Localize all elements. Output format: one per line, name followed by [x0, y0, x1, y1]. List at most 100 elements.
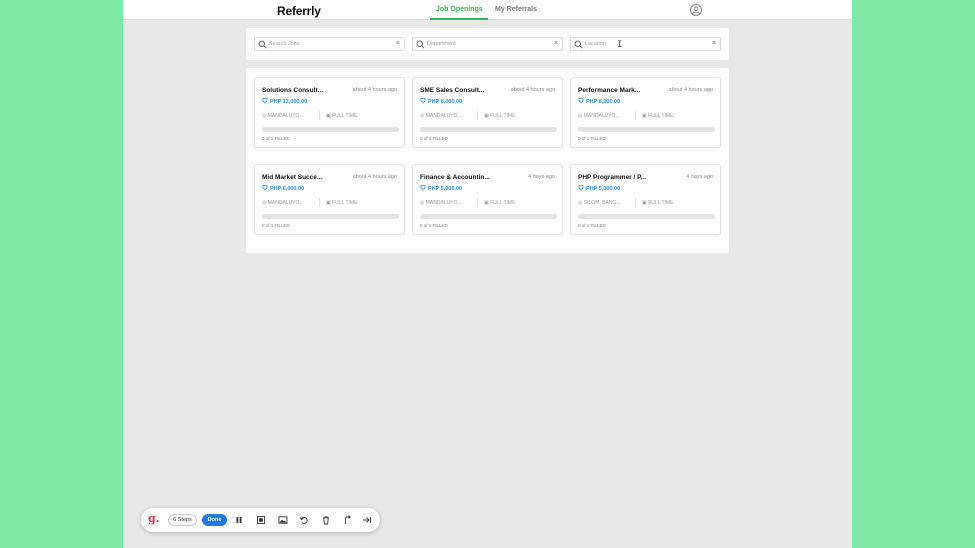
filled-status: 0 of 1 FILLED: [420, 223, 448, 228]
clear-department-button[interactable]: ×: [554, 39, 558, 49]
text-cursor-icon: I: [617, 40, 623, 50]
salary-value: PHP 8,000.00: [586, 99, 621, 105]
app-logo[interactable]: Referrly: [277, 4, 321, 18]
fill-progress-bar: [262, 214, 399, 219]
trophy-icon: [262, 98, 268, 104]
job-location: ◎ MANDALUYO...: [262, 200, 304, 206]
tab-job-openings[interactable]: Job Openings: [436, 6, 483, 13]
job-posted-time: 4 days ago: [686, 174, 713, 180]
fill-progress-bar: [420, 214, 557, 219]
job-location: ◎ SILOM, BANG...: [578, 200, 620, 206]
job-salary: PHP 8,000.00: [578, 98, 620, 105]
job-title: Finance & Accountin...: [420, 174, 490, 181]
location-value: MANDALUYO...: [425, 200, 462, 206]
job-salary: PHP 5,000.00: [578, 185, 620, 192]
department-field: ×: [412, 37, 563, 51]
filled-status: 0 of 1 FILLED: [420, 136, 448, 141]
skip-icon[interactable]: [362, 515, 372, 525]
recorder-logo[interactable]: g.: [148, 512, 160, 525]
location-input[interactable]: [585, 39, 705, 49]
salary-value: PHP 6,000.00: [270, 186, 305, 192]
user-avatar-button[interactable]: [690, 4, 702, 16]
job-posted-time: 4 days ago: [528, 174, 555, 180]
job-location: ◎ MANDALUYO...: [578, 113, 620, 119]
location-value: MANDALUYO...: [583, 113, 620, 119]
trophy-icon: [578, 185, 584, 191]
job-type-value: FULL TIME: [332, 200, 358, 206]
steps-counter-button[interactable]: 6 Steps: [168, 514, 197, 526]
clear-jobs-button[interactable]: ×: [396, 39, 400, 49]
share-icon[interactable]: [342, 515, 352, 525]
job-title: Solutions Consult...: [262, 87, 324, 94]
job-card[interactable]: PHP Programmer / P... 4 days ago PHP 5,0…: [570, 164, 721, 235]
job-type: ▣ FULL TIME: [326, 113, 357, 119]
pause-icon[interactable]: [234, 515, 244, 525]
search-icon: [258, 40, 267, 49]
salary-value: PHP 5,000.00: [586, 186, 621, 192]
department-input[interactable]: [427, 39, 547, 49]
trash-icon[interactable]: [321, 515, 331, 525]
meta-divider: [477, 198, 478, 207]
job-type: ▣ FULL TIME: [484, 113, 515, 119]
location-value: MANDALUYO...: [425, 113, 462, 119]
location-value: SILOM, BANG...: [583, 200, 621, 206]
active-tab-indicator: [430, 18, 488, 20]
job-card[interactable]: Finance & Accountin... 4 days ago PHP 5,…: [412, 164, 563, 235]
job-salary: PHP 5,000.00: [420, 185, 462, 192]
fill-progress-bar: [578, 127, 715, 132]
done-button[interactable]: Done: [202, 514, 227, 526]
search-icon: [574, 40, 583, 49]
job-card[interactable]: Performance Mark... about 4 hours ago PH…: [570, 77, 721, 148]
salary-value: PHP 12,000.00: [270, 99, 308, 105]
filled-status: 0 of 1 FILLED: [262, 136, 290, 141]
job-openings-panel: Solutions Consult... about 4 hours ago P…: [246, 68, 729, 253]
undo-icon[interactable]: [299, 515, 309, 525]
search-icon: [416, 40, 425, 49]
job-type-value: FULL TIME: [490, 200, 516, 206]
recorder-toolbar: g. 6 Steps Done: [141, 508, 380, 532]
job-title: Mid Market Succe...: [262, 174, 323, 181]
tab-my-referrals[interactable]: My Referrals: [495, 6, 537, 13]
meta-divider: [319, 111, 320, 120]
meta-divider: [635, 198, 636, 207]
job-type: ▣ FULL TIME: [642, 113, 673, 119]
app-window: Referrly Job Openings My Referrals × × ×…: [123, 0, 852, 548]
job-type-value: FULL TIME: [648, 200, 674, 206]
job-salary: PHP 12,000.00: [262, 98, 307, 105]
job-card[interactable]: Mid Market Succe... about 4 hours ago PH…: [254, 164, 405, 235]
job-type-value: FULL TIME: [490, 113, 516, 119]
meta-divider: [635, 111, 636, 120]
job-posted-time: about 4 hours ago: [352, 87, 397, 93]
trophy-icon: [578, 98, 584, 104]
meta-divider: [319, 198, 320, 207]
trophy-icon: [262, 185, 268, 191]
job-type: ▣ FULL TIME: [484, 200, 515, 206]
trophy-icon: [420, 98, 426, 104]
job-posted-time: about 4 hours ago: [510, 87, 555, 93]
job-card[interactable]: Solutions Consult... about 4 hours ago P…: [254, 77, 405, 148]
fill-progress-bar: [578, 214, 715, 219]
stop-icon[interactable]: [256, 515, 266, 525]
job-salary: PHP 6,000.00: [262, 185, 304, 192]
search-jobs-input[interactable]: [269, 39, 389, 49]
top-navbar: Referrly Job Openings My Referrals: [123, 0, 852, 20]
job-title: PHP Programmer / P...: [578, 174, 647, 181]
job-type: ▣ FULL TIME: [326, 200, 357, 206]
search-jobs-field: ×: [254, 37, 405, 51]
location-field: ×: [570, 37, 721, 51]
job-title: Performance Mark...: [578, 87, 641, 94]
fill-progress-bar: [420, 127, 557, 132]
filled-status: 0 of 1 FILLED: [578, 136, 606, 141]
job-location: ◎ MANDALUYO...: [420, 200, 462, 206]
meta-divider: [477, 111, 478, 120]
trophy-icon: [420, 185, 426, 191]
clear-location-button[interactable]: ×: [712, 39, 716, 49]
job-location: ◎ MANDALUYO...: [262, 113, 304, 119]
job-posted-time: about 4 hours ago: [668, 87, 713, 93]
fill-progress-bar: [262, 127, 399, 132]
image-icon[interactable]: [278, 515, 288, 525]
job-salary: PHP 8,000.00: [420, 98, 462, 105]
location-value: MANDALUYO...: [267, 113, 304, 119]
filled-status: 0 of 1 FILLED: [578, 223, 606, 228]
job-card[interactable]: SME Sales Consult... about 4 hours ago P…: [412, 77, 563, 148]
